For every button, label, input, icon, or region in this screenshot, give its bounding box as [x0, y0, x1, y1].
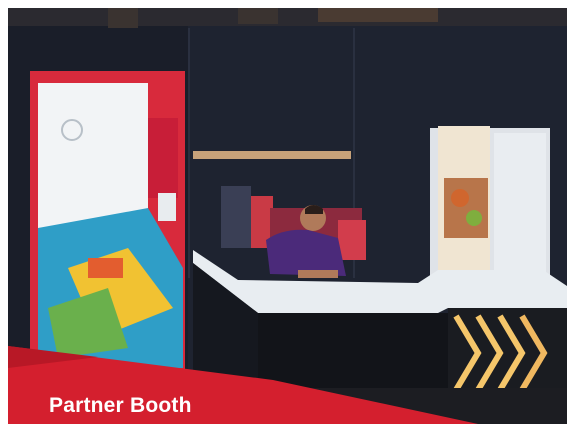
booth-scene [8, 8, 567, 424]
counter-front [258, 313, 458, 393]
caption-text: Partner Booth [49, 394, 192, 417]
display-fridge [430, 126, 550, 288]
rollup-banner [30, 71, 185, 376]
image-frame: Partner Booth [0, 0, 575, 432]
wall-shelf [193, 151, 351, 159]
booth-photo [8, 8, 567, 424]
ceiling [8, 8, 567, 26]
